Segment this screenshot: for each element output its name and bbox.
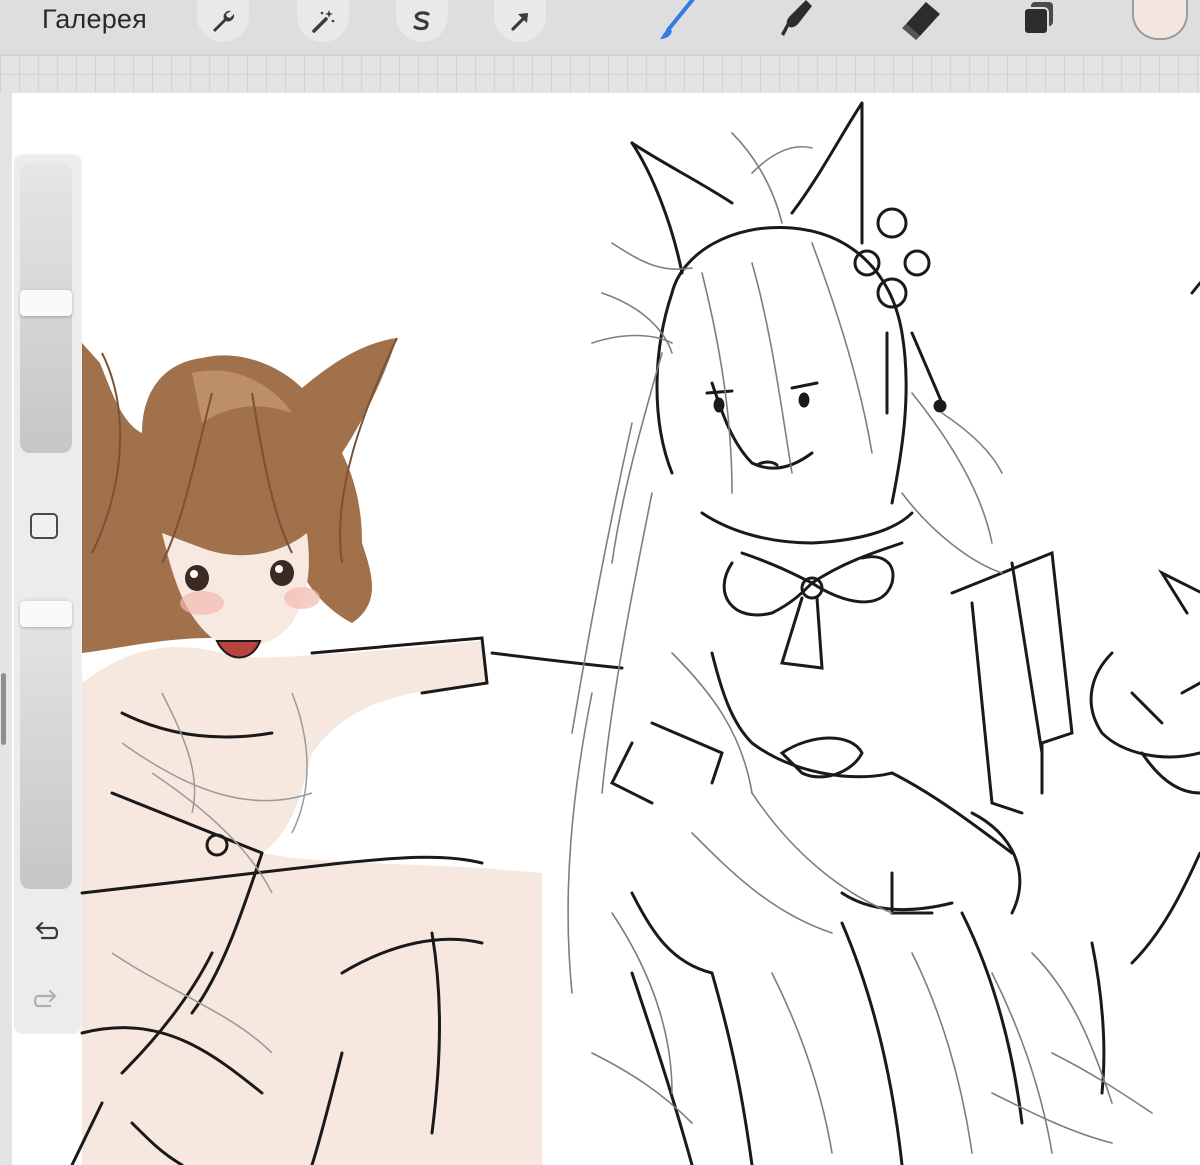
actions-button[interactable] xyxy=(197,0,249,42)
canvas-grid-strip xyxy=(0,55,1200,93)
layers-icon xyxy=(1023,2,1053,35)
center-character-drawing xyxy=(567,98,1200,1165)
magic-wand-icon xyxy=(312,10,335,33)
layers-button[interactable] xyxy=(1010,0,1066,42)
color-picker-button[interactable] xyxy=(1132,0,1188,40)
eraser-tool-button[interactable] xyxy=(892,0,948,42)
square-modify-icon[interactable] xyxy=(30,513,58,539)
undo-arrow-icon xyxy=(35,921,59,940)
top-toolbar: Галерея xyxy=(0,0,1200,55)
brush-opacity-slider[interactable] xyxy=(20,597,72,889)
artwork xyxy=(70,98,1200,1165)
drawing-canvas[interactable] xyxy=(12,93,1200,1165)
brush-size-thumb[interactable] xyxy=(20,290,72,316)
left-sidebar xyxy=(14,155,80,1033)
sidebar-drag-handle[interactable] xyxy=(1,673,6,745)
wrench-icon xyxy=(213,10,235,33)
brush-opacity-thumb[interactable] xyxy=(20,601,72,627)
selection-s-icon xyxy=(413,11,430,31)
brush-icon xyxy=(660,0,695,39)
left-character-drawing xyxy=(70,337,624,1165)
brush-tool-button[interactable] xyxy=(650,0,706,42)
eraser-icon xyxy=(902,2,940,40)
undo-button[interactable] xyxy=(28,917,64,947)
arrow-cursor-icon xyxy=(511,13,528,31)
redo-arrow-icon xyxy=(33,989,57,1008)
smudge-tool-button[interactable] xyxy=(766,0,822,42)
selection-button[interactable] xyxy=(396,0,448,42)
transform-button[interactable] xyxy=(494,0,546,42)
redo-button[interactable] xyxy=(28,985,64,1015)
gallery-button[interactable]: Галерея xyxy=(42,4,147,35)
brush-size-slider[interactable] xyxy=(20,163,72,453)
procreate-app: Галерея xyxy=(0,0,1200,1165)
adjustments-button[interactable] xyxy=(297,0,349,42)
smudge-finger-icon xyxy=(781,0,812,36)
left-edge-panel xyxy=(0,93,12,1165)
